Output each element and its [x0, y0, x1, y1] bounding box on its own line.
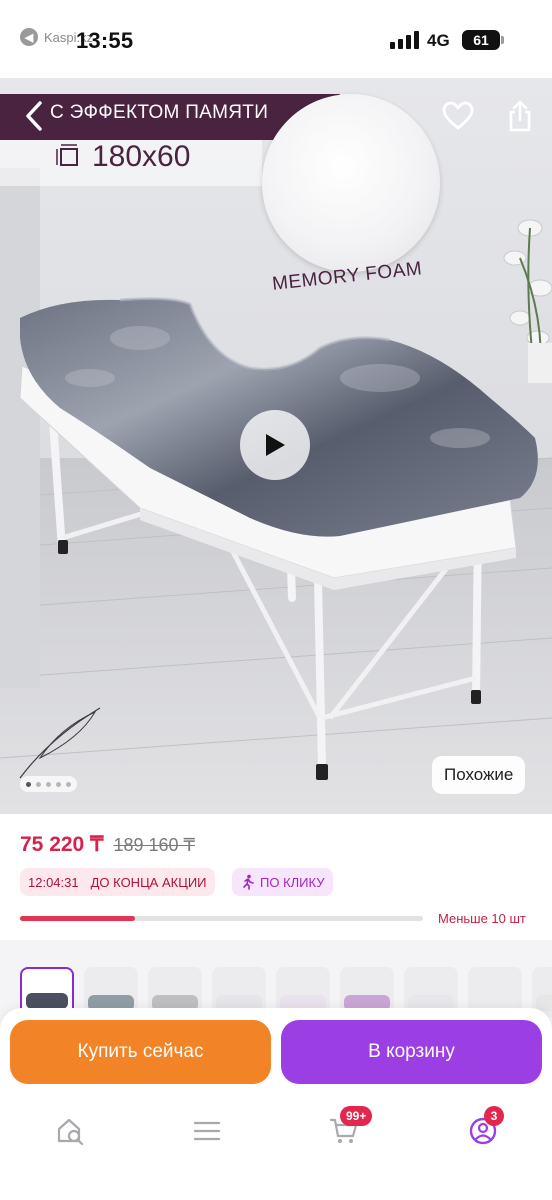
- back-app-icon: ◀: [20, 28, 38, 46]
- variant-swatch: [536, 995, 552, 1011]
- old-price: 189 160 ₸: [113, 835, 195, 855]
- battery-level: 61: [462, 30, 504, 50]
- slide-dot: [56, 781, 61, 787]
- nav-menu[interactable]: [182, 1109, 232, 1153]
- share-button[interactable]: [500, 94, 540, 138]
- nav-home[interactable]: [45, 1109, 95, 1153]
- slide-dot: [26, 781, 31, 787]
- cart-badge: 99+: [340, 1106, 373, 1126]
- slide-indicator: [20, 776, 77, 792]
- status-time: 13:55: [76, 28, 134, 53]
- size-text: 180x60: [92, 140, 191, 173]
- variant-swatch: [26, 993, 68, 1009]
- current-price: 75 220 ₸: [20, 833, 104, 856]
- search-home-icon: [57, 1118, 84, 1146]
- brand-watermark: [19, 707, 101, 779]
- measure-icon: [56, 144, 78, 166]
- buy-now-button[interactable]: Купить сейчас: [10, 1020, 271, 1084]
- promo-timer-badge: 12:04:31 ДО КОНЦА АКЦИИ: [20, 868, 215, 896]
- back-button[interactable]: [16, 96, 52, 136]
- slide-dot: [66, 781, 71, 787]
- promo-timer: 12:04:31: [28, 874, 79, 890]
- memory-foam-closeup: [262, 94, 440, 272]
- stock-progress: [20, 916, 423, 921]
- product-page: ◀ Kaspi.kz 13:55 4G 61 С ЭФФЕКТОМ ПАМЯТИ…: [0, 0, 552, 1200]
- share-icon: [509, 100, 531, 132]
- bottom-navigation: 99+ 3: [0, 1103, 552, 1200]
- stock-label: Меньше 10 шт: [438, 911, 526, 926]
- network-type: 4G: [427, 31, 450, 50]
- slide-dot: [46, 781, 51, 787]
- back-chevron-icon: [26, 101, 42, 131]
- action-bar: Купить сейчас В корзину: [0, 1008, 552, 1103]
- profile-badge: 3: [484, 1106, 504, 1126]
- feature-banner-text: С ЭФФЕКТОМ ПАМЯТИ: [50, 102, 269, 123]
- per-click-label: ПО КЛИКУ: [260, 874, 325, 890]
- similar-button[interactable]: Похожие: [432, 756, 526, 794]
- play-icon: [266, 434, 285, 456]
- slide-dot: [36, 781, 41, 787]
- status-bar: ◀ Kaspi.kz 13:55 4G 61: [0, 0, 552, 78]
- heart-icon: [442, 101, 474, 130]
- promo-label: ДО КОНЦА АКЦИИ: [90, 874, 207, 890]
- play-video-button[interactable]: [240, 410, 310, 480]
- product-image-gallery[interactable]: С ЭФФЕКТОМ ПАМЯТИ 180x60 MEMORY FOAM Пох…: [0, 78, 552, 814]
- menu-icon: [193, 1121, 221, 1141]
- per-click-badge[interactable]: ПО КЛИКУ: [232, 868, 333, 896]
- stock-progress-fill: [20, 916, 135, 921]
- favorite-button[interactable]: [438, 96, 478, 136]
- running-person-icon: [243, 874, 254, 890]
- signal-icon: [390, 31, 419, 49]
- add-to-cart-button[interactable]: В корзину: [281, 1020, 542, 1084]
- price-row: 75 220 ₸ 189 160 ₸: [20, 832, 195, 857]
